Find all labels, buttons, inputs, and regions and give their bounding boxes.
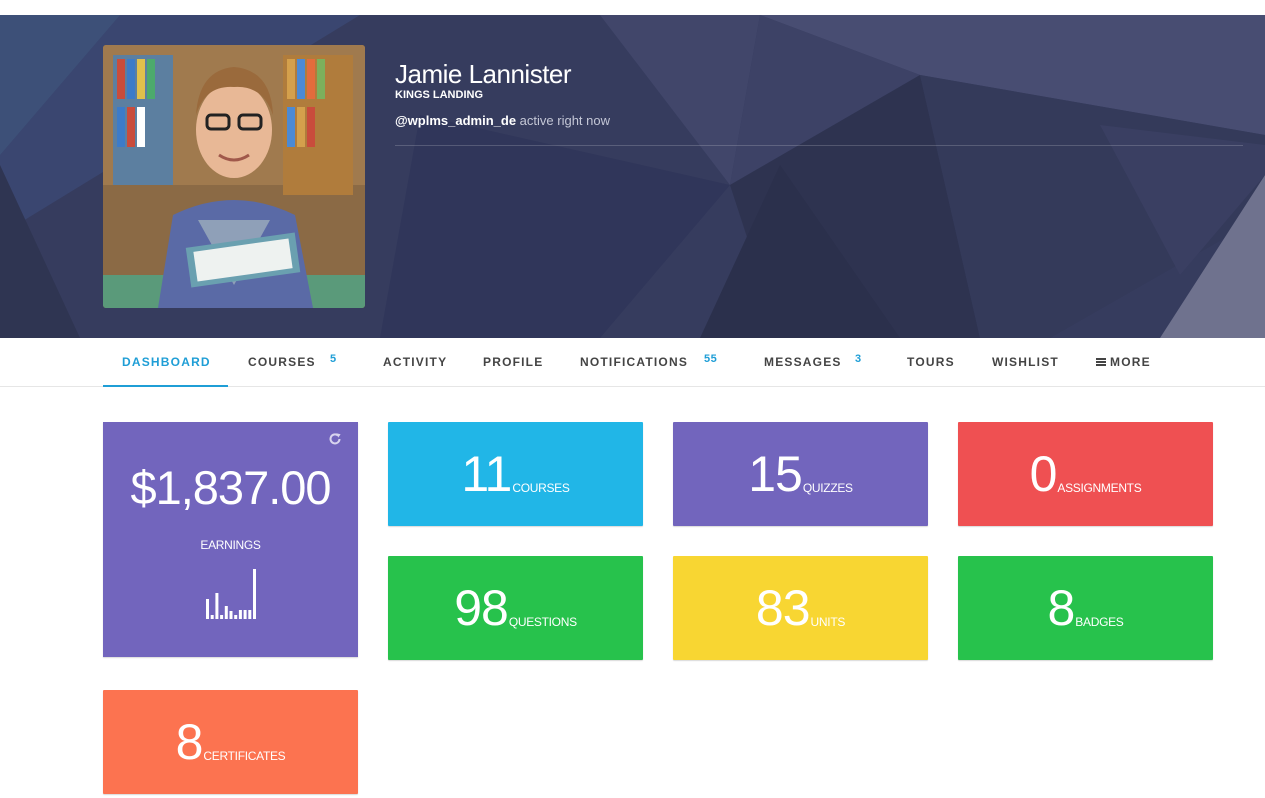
sparkline-bar bbox=[220, 615, 224, 619]
profile-info: Jamie Lannister KINGS LANDING @wplms_adm… bbox=[395, 59, 1243, 146]
tab-count: 3 bbox=[855, 353, 862, 365]
stat-card-certificates[interactable]: 8 CERTIFICATES bbox=[103, 690, 358, 794]
tab-count: 55 bbox=[704, 353, 718, 365]
tab-dashboard[interactable]: DASHBOARD bbox=[103, 338, 228, 387]
divider bbox=[395, 145, 1243, 146]
sparkline-bar bbox=[215, 593, 219, 619]
stat-value: 8 bbox=[175, 714, 204, 770]
stat-label: QUESTIONS bbox=[508, 615, 577, 629]
stat-value: 83 bbox=[755, 580, 811, 636]
tab-messages[interactable]: MESSAGES 3 bbox=[764, 338, 861, 387]
stat-card-badges[interactable]: 8 BADGES bbox=[958, 556, 1213, 660]
sparkline-bar bbox=[210, 615, 214, 619]
tab-label: WISHLIST bbox=[992, 355, 1059, 369]
sparkline-bar bbox=[248, 610, 252, 619]
menu-icon bbox=[1096, 357, 1106, 366]
sparkline-bar bbox=[224, 606, 228, 619]
sparkline-bar bbox=[243, 610, 247, 619]
stat-label: QUIZZES bbox=[802, 481, 853, 495]
stat-label: COURSES bbox=[512, 481, 570, 495]
tab-label: DASHBOARD bbox=[122, 355, 211, 369]
stat-value: 98 bbox=[454, 580, 509, 636]
stat-label: BADGES bbox=[1075, 615, 1124, 629]
user-status: @wplms_admin_de active right now bbox=[395, 113, 1243, 129]
stat-value: 11 bbox=[461, 446, 512, 502]
tab-tours[interactable]: TOURS bbox=[907, 338, 955, 387]
earnings-card[interactable]: $1,837.00 EARNINGS bbox=[103, 422, 358, 657]
user-name: Jamie Lannister bbox=[395, 59, 572, 89]
tab-more[interactable]: MORE bbox=[1096, 338, 1151, 387]
user-location: KINGS LANDING bbox=[395, 89, 483, 101]
stat-label: ASSIGNMENTS bbox=[1057, 481, 1142, 495]
tab-label: MORE bbox=[1110, 355, 1151, 369]
sparkline-bar bbox=[238, 610, 242, 619]
tab-label: MESSAGES bbox=[764, 355, 842, 369]
tab-label: COURSES bbox=[248, 355, 316, 369]
stat-card-courses[interactable]: 11 COURSES bbox=[388, 422, 643, 526]
tab-label: NOTIFICATIONS bbox=[580, 355, 689, 369]
avatar[interactable] bbox=[103, 45, 365, 308]
tab-activity[interactable]: ACTIVITY bbox=[383, 338, 447, 387]
stat-value: 0 bbox=[1029, 446, 1058, 502]
sparkline-bar bbox=[234, 615, 238, 619]
activity-status: active right now bbox=[519, 113, 610, 128]
profile-nav: DASHBOARD COURSES 5 ACTIVITY PROFILE NOT… bbox=[0, 338, 1265, 387]
earnings-sparkline bbox=[206, 569, 256, 619]
stat-card-units[interactable]: 83 UNITS bbox=[673, 556, 928, 660]
refresh-icon[interactable] bbox=[328, 432, 342, 446]
stat-value: 15 bbox=[748, 446, 803, 502]
sparkline-bar bbox=[229, 611, 233, 619]
tab-profile[interactable]: PROFILE bbox=[483, 338, 543, 387]
tab-wishlist[interactable]: WISHLIST bbox=[992, 338, 1059, 387]
stat-label: UNITS bbox=[810, 615, 846, 629]
stat-card-questions[interactable]: 98 QUESTIONS bbox=[388, 556, 643, 660]
sparkline-bar bbox=[206, 599, 209, 619]
profile-header: Jamie Lannister KINGS LANDING @wplms_adm… bbox=[0, 15, 1265, 338]
tab-courses[interactable]: COURSES 5 bbox=[248, 338, 336, 387]
tab-label: TOURS bbox=[907, 355, 955, 369]
sparkline-bar bbox=[253, 569, 256, 619]
earnings-label: EARNINGS bbox=[200, 538, 261, 552]
stat-value: 8 bbox=[1047, 580, 1075, 636]
earnings-amount: $1,837.00 bbox=[130, 461, 331, 514]
stat-label: CERTIFICATES bbox=[203, 749, 286, 763]
tab-notifications[interactable]: NOTIFICATIONS 55 bbox=[580, 338, 717, 387]
stat-card-quizzes[interactable]: 15 QUIZZES bbox=[673, 422, 928, 526]
tab-label: PROFILE bbox=[483, 355, 544, 369]
top-strip bbox=[0, 0, 1265, 15]
tab-label: ACTIVITY bbox=[383, 355, 448, 369]
tab-count: 5 bbox=[330, 353, 337, 365]
stat-card-assignments[interactable]: 0 ASSIGNMENTS bbox=[958, 422, 1213, 526]
user-handle[interactable]: @wplms_admin_de bbox=[395, 113, 516, 128]
